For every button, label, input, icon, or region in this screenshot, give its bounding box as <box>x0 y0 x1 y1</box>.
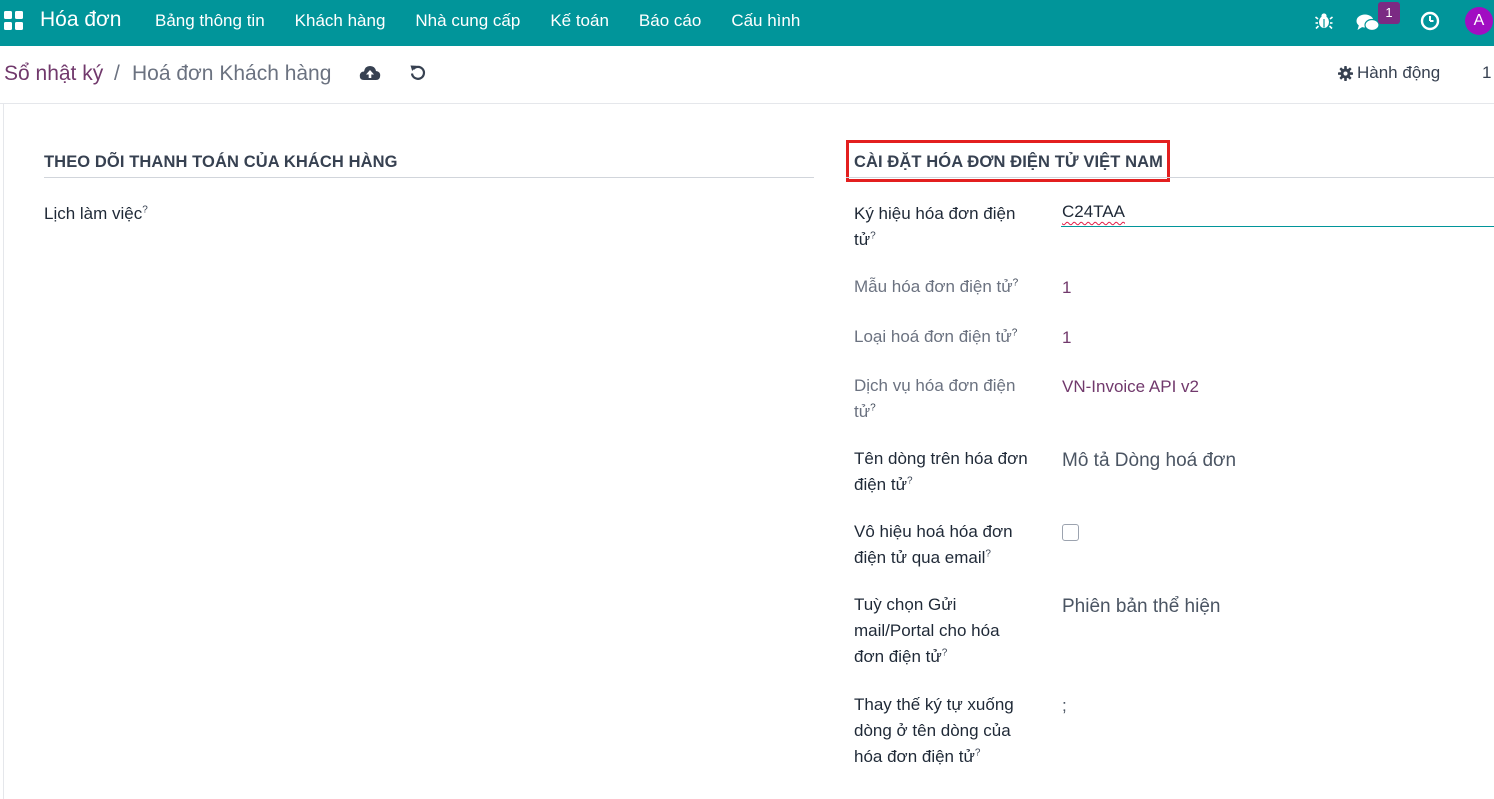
help-tooltip-icon[interactable]: ? <box>870 230 876 241</box>
gear-icon <box>1338 65 1353 81</box>
clock-icon[interactable] <box>1420 11 1440 31</box>
menu-item-dashboard[interactable]: Bảng thông tin <box>155 11 265 31</box>
menu-item-vendors[interactable]: Nhà cung cấp <box>415 11 520 31</box>
menu-item-reports[interactable]: Báo cáo <box>639 11 701 31</box>
help-tooltip-icon[interactable]: ? <box>907 475 913 486</box>
einvoice-symbol-input-underline <box>1061 226 1494 227</box>
main-menu: Bảng thông tin Khách hàng Nhà cung cấp K… <box>155 11 830 31</box>
undo-icon[interactable] <box>409 64 427 82</box>
action-menu-button[interactable]: Hành động <box>1338 63 1440 83</box>
cloud-upload-icon[interactable] <box>359 64 381 82</box>
help-tooltip-icon[interactable]: ? <box>870 402 876 413</box>
einvoice-type-label: Loại hoá đơn điện tử? <box>854 327 1018 346</box>
user-avatar[interactable]: A <box>1465 7 1493 35</box>
einvoice-symbol-label: Ký hiệu hóa đơn điện tử? <box>854 204 1016 249</box>
einvoice-type-value: 1 <box>1062 328 1072 347</box>
control-panel: Sổ nhật ký / Hoá đơn Khách hàng Hành độn… <box>0 46 1494 104</box>
einvoice-line-name-label: Tên dòng trên hóa đơn điện tử? <box>854 449 1028 494</box>
apps-grid-icon[interactable] <box>4 11 24 31</box>
einvoice-template-value: 1 <box>1062 278 1072 297</box>
einvoice-template-label: Mẫu hóa đơn điện tử? <box>854 277 1019 296</box>
send-option-select[interactable]: Phiên bản thể hiện <box>1062 594 1220 620</box>
right-group-divider <box>846 177 1494 178</box>
bug-icon[interactable] <box>1315 12 1333 30</box>
help-tooltip-icon[interactable]: ? <box>942 647 948 658</box>
action-label: Hành động <box>1357 63 1441 82</box>
help-tooltip-icon[interactable]: ? <box>985 548 991 559</box>
pager-value[interactable]: 1 <box>1482 63 1491 83</box>
messages-badge: 1 <box>1378 2 1400 24</box>
app-name[interactable]: Hóa đơn <box>40 8 122 32</box>
einvoice-service-link[interactable]: VN-Invoice API v2 <box>1062 374 1199 400</box>
breadcrumb-journal-link[interactable]: Sổ nhật ký <box>4 62 103 86</box>
help-tooltip-icon[interactable]: ? <box>142 204 148 215</box>
menu-item-customers[interactable]: Khách hàng <box>295 11 386 31</box>
breadcrumb-separator: / <box>114 62 120 85</box>
newline-replace-input[interactable]: ; <box>1062 693 1067 719</box>
menu-item-accounting[interactable]: Kế toán <box>550 11 609 31</box>
top-navbar: Hóa đơn Bảng thông tin Khách hàng Nhà cu… <box>0 0 1494 46</box>
help-tooltip-icon[interactable]: ? <box>1013 277 1019 288</box>
disable-email-label: Vô hiệu hoá hóa đơn điện tử qua email? <box>854 522 1013 567</box>
help-tooltip-icon[interactable]: ? <box>1012 327 1018 338</box>
left-group-divider <box>44 177 814 178</box>
help-tooltip-icon[interactable]: ? <box>975 747 981 758</box>
einvoice-service-label: Dịch vụ hóa đơn điện tử? <box>854 376 1016 421</box>
newline-replace-label: Thay thế ký tự xuống dòng ở tên dòng của… <box>854 695 1014 766</box>
send-option-label: Tuỳ chọn Gửi mail/Portal cho hóa đơn điệ… <box>854 595 1000 666</box>
einvoice-line-name-select[interactable]: Mô tả Dòng hoá đơn <box>1062 448 1236 474</box>
chat-icon[interactable] <box>1356 13 1380 33</box>
customer-payment-tracking-title: THEO DÕI THANH TOÁN CỦA KHÁCH HÀNG <box>44 153 398 171</box>
menu-item-configuration[interactable]: Cấu hình <box>731 11 800 31</box>
sheet-left-border <box>0 104 4 799</box>
highlight-box <box>846 140 1170 182</box>
work-schedule-label: Lịch làm việc? <box>44 204 148 223</box>
breadcrumb-current: Hoá đơn Khách hàng <box>132 62 332 85</box>
einvoice-symbol-input[interactable]: C24TAA <box>1062 202 1125 222</box>
disable-email-checkbox[interactable] <box>1062 524 1079 541</box>
